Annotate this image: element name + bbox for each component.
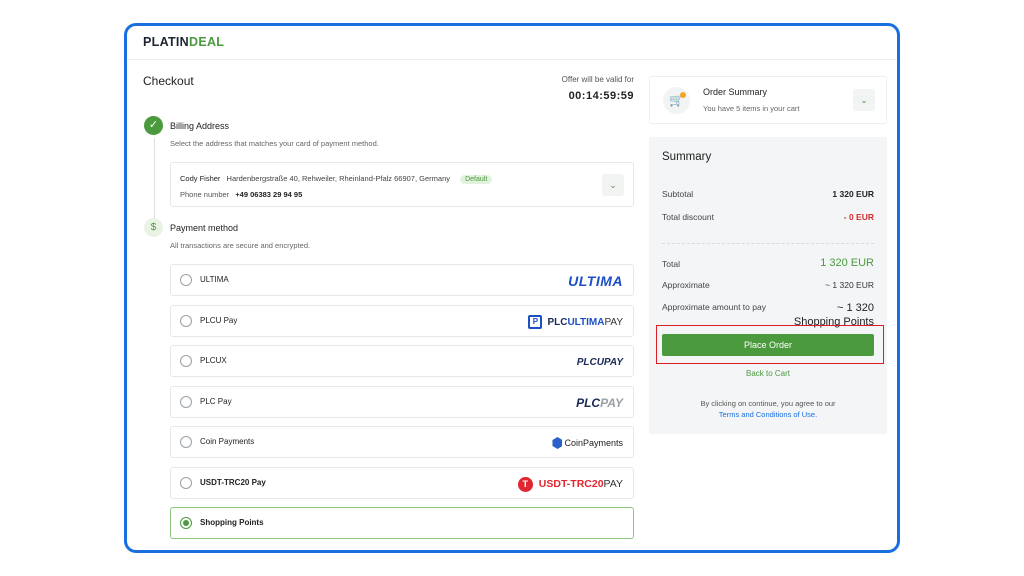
payment-option-plcu-pay[interactable]: PLCU Pay P PLC ULTIMA PAY [170,305,634,337]
payment-option-plcux[interactable]: PLCUX PLCUPAY [170,345,634,377]
radio-button[interactable] [180,396,192,408]
payment-option-ultima[interactable]: ULTIMA ULTIMA [170,264,634,296]
payment-option-label: Shopping Points [200,518,264,527]
billing-subtitle: Select the address that matches your car… [170,139,379,148]
offer-countdown: 00:14:59:59 [568,90,634,102]
discount-label: Total discount [662,212,714,222]
step-connector [154,138,155,218]
offer-label: Offer will be valid for [561,75,634,84]
usdt-trc20-logo: T USDT-TRC20 PAY [517,475,623,493]
total-value: 1 320 EUR [820,257,874,269]
chevron-down-icon[interactable]: ⌄ [853,89,875,111]
place-order-button[interactable]: Place Order [662,334,874,356]
coinpayments-mark-icon [552,437,563,449]
plcu-pay-mark-icon: P [528,315,543,329]
payment-option-label: ULTIMA [200,275,229,284]
payment-option-label: PLCUX [200,356,227,365]
phone-value: +49 06383 29 94 95 [235,190,303,199]
radio-button[interactable] [180,436,192,448]
plcpay-logo: PLC PAY [576,396,623,410]
terms-text: By clicking on continue, you agree to ou… [700,399,836,408]
ultima-logo: ULTIMA [568,273,623,289]
radio-button[interactable] [180,315,192,327]
radio-button[interactable] [180,355,192,367]
payment-option-label: Coin Payments [200,437,255,446]
phone-label: Phone number [180,190,230,199]
subtotal-value: 1 320 EUR [832,189,874,199]
payment-option-plc-pay[interactable]: PLC Pay PLC PAY [170,386,634,418]
dollar-icon: $ [144,218,163,237]
order-summary-title: Order Summary [703,87,768,97]
cart-icon: 🛒 [663,87,690,114]
terms-link[interactable]: Terms and Conditions of Use. [649,409,887,420]
approximate-pay-label: Approximate amount to pay [662,302,766,312]
total-label: Total [662,259,680,269]
radio-button-selected[interactable] [180,517,192,529]
address-name: Cody Fisher [180,174,221,183]
plcupay-logo: PLCUPAY [576,356,623,368]
payment-option-label: USDT-TRC20 Pay [200,478,266,487]
approximate-label: Approximate [662,280,710,290]
check-icon: ✓ [144,116,163,135]
approximate-value: ~ 1 320 EUR [825,280,874,290]
discount-value: - 0 EUR [843,212,874,222]
payment-option-coin-payments[interactable]: Coin Payments CoinPayments [170,426,634,458]
summary-panel: Summary Subtotal 1 320 EUR Total discoun… [649,137,887,434]
address-card[interactable]: Cody Fisher Hardenbergstraße 40, Rehweil… [170,162,634,207]
cart-badge [680,92,686,98]
summary-title: Summary [662,151,712,163]
subtotal-label: Subtotal [662,189,694,199]
plcu-pay-logo: P PLC ULTIMA PAY [528,313,623,331]
address-text: Hardenbergstraße 40, Rehweiler, Rheinlan… [226,174,450,183]
app-window: PLATINDEAL Checkout Offer will be valid … [124,23,900,553]
payment-option-label: PLCU Pay [200,316,238,325]
order-summary-subtitle: You have 5 items in your cart [703,104,800,113]
phone-line: Phone number +49 06383 29 94 95 [180,190,302,199]
chevron-down-icon[interactable]: ⌄ [602,174,624,196]
address-line: Cody Fisher Hardenbergstraße 40, Rehweil… [180,174,493,184]
payment-title: Payment method [170,223,239,233]
payment-option-usdt-trc20[interactable]: USDT-TRC20 Pay T USDT-TRC20 PAY [170,467,634,499]
summary-divider [662,243,874,244]
payment-subtitle: All transactions are secure and encrypte… [170,241,311,250]
page-title: Checkout [143,74,194,88]
billing-title: Billing Address [170,121,230,131]
back-to-cart-link[interactable]: Back to Cart [649,369,887,378]
tether-icon: T [517,476,533,492]
payment-option-label: PLC Pay [200,397,232,406]
brand-logo-part2: DEAL [189,35,225,49]
brand-logo-part1: PLATIN [143,35,190,49]
default-badge: Default [460,175,493,184]
coinpayments-logo: CoinPayments [552,434,623,452]
brand-logo[interactable]: PLATINDEAL [143,35,224,49]
top-bar: PLATINDEAL [127,26,897,60]
radio-button[interactable] [180,274,192,286]
order-summary-card[interactable]: 🛒 Order Summary You have 5 items in your… [649,76,887,124]
terms-notice: By clicking on continue, you agree to ou… [649,398,887,420]
radio-button[interactable] [180,477,192,489]
payment-option-shopping-points[interactable]: Shopping Points [170,507,634,539]
